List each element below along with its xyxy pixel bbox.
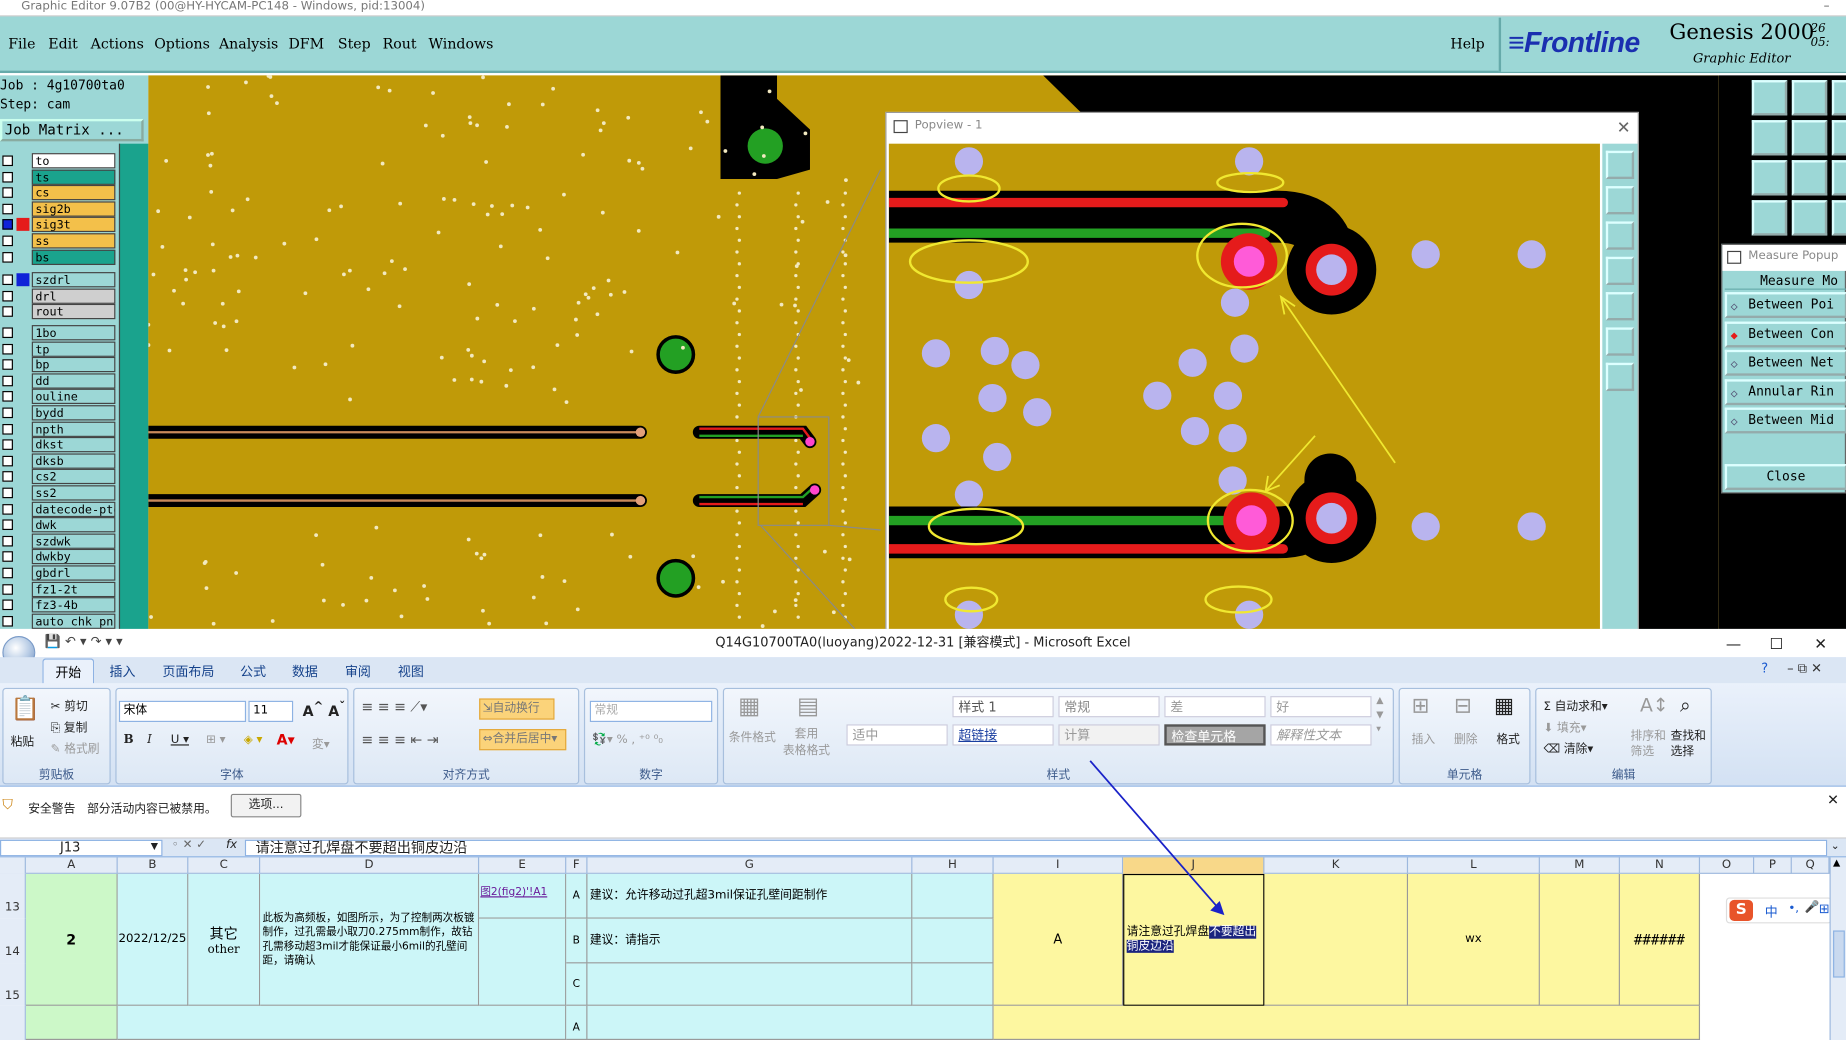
annotation-arrow-overlay (1089, 760, 1225, 916)
